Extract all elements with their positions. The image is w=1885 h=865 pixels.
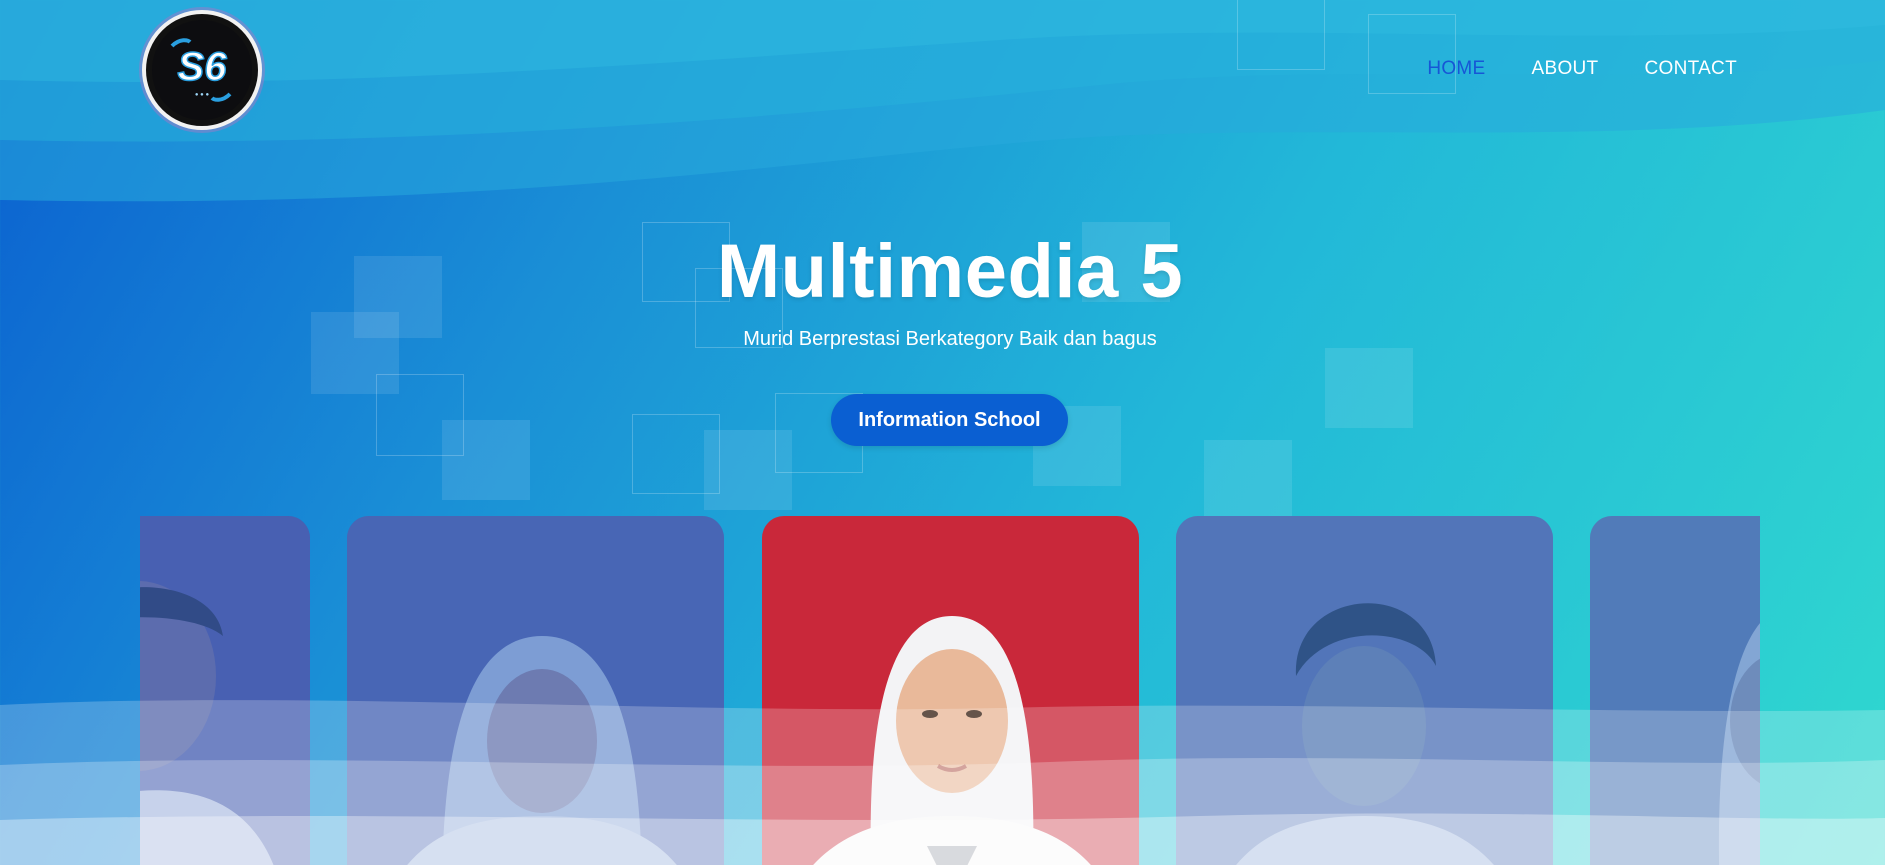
- page-title: Multimedia 5: [716, 229, 1184, 314]
- decor-square: [1204, 440, 1292, 516]
- card-overlay: [1590, 516, 1760, 865]
- svg-text:● ● ●: ● ● ●: [195, 92, 210, 98]
- logo-s6-icon: S6 ● ● ●: [152, 20, 252, 120]
- nav-contact[interactable]: CONTACT: [1644, 58, 1737, 80]
- card-overlay: [1176, 516, 1553, 865]
- student-card-2[interactable]: [347, 516, 724, 865]
- information-school-button[interactable]: Information School: [831, 394, 1068, 446]
- hero-subtitle: Murid Berprestasi Berkategory Baik dan b…: [743, 328, 1157, 350]
- decor-square: [442, 420, 530, 500]
- svg-text:S6: S6: [178, 45, 228, 89]
- nav-home[interactable]: HOME: [1427, 58, 1485, 80]
- decor-square: [1237, 0, 1325, 70]
- nav-about[interactable]: ABOUT: [1532, 58, 1599, 80]
- student-card-5[interactable]: [1590, 516, 1760, 865]
- student-card-1[interactable]: [140, 516, 310, 865]
- card-overlay: [347, 516, 724, 865]
- student-carousel: [140, 516, 1760, 865]
- student-photo: [762, 516, 1139, 865]
- card-overlay: [140, 516, 310, 865]
- main-nav: HOME ABOUT CONTACT: [1427, 58, 1737, 80]
- top-wave-decoration: [0, 0, 1885, 202]
- student-card-3[interactable]: [762, 516, 1139, 865]
- decor-square: [1325, 348, 1413, 428]
- decor-square: [1368, 14, 1456, 94]
- site-logo[interactable]: S6 ● ● ●: [142, 10, 262, 130]
- student-card-4[interactable]: [1176, 516, 1553, 865]
